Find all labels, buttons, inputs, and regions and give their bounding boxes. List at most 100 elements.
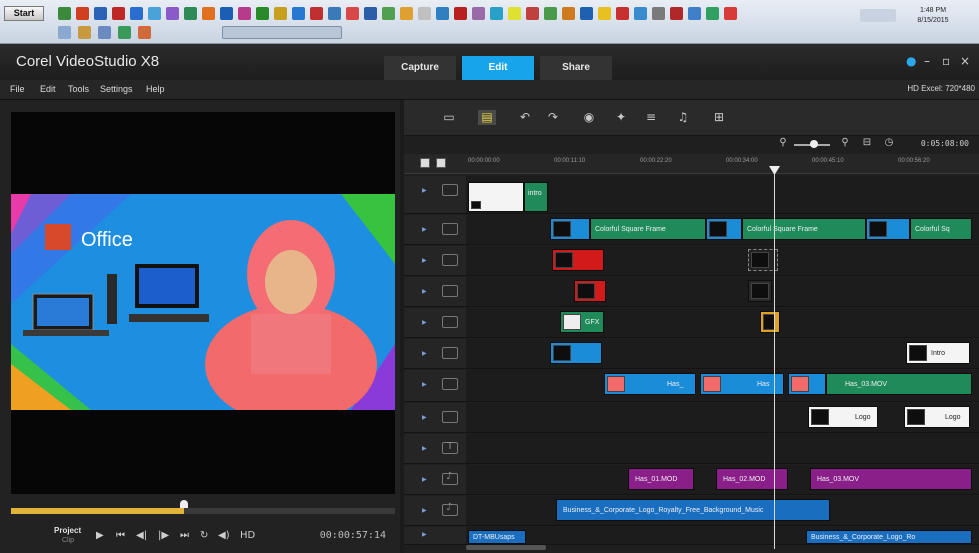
play-icon[interactable]: ▶: [96, 530, 104, 541]
track-toggle-icon[interactable]: ▶: [422, 350, 427, 357]
app-icon[interactable]: [508, 7, 521, 20]
voice-clip[interactable]: Has_02.MOD: [716, 468, 788, 490]
track-manager-icon[interactable]: [436, 158, 446, 168]
previous-frame-icon[interactable]: ◀|: [136, 530, 147, 541]
timeline-view-icon[interactable]: ▤: [478, 110, 496, 125]
app-icon[interactable]: [202, 7, 215, 20]
home-icon[interactable]: ⏮: [116, 530, 125, 541]
overlay-clip[interactable]: Has_03.MOV: [826, 373, 972, 395]
maximize-button[interactable]: ▫: [942, 54, 950, 68]
mixer-icon[interactable]: ≡: [642, 110, 660, 125]
zoom-in-icon[interactable]: ⚲: [836, 135, 854, 150]
taskbar-window-button[interactable]: [222, 26, 342, 39]
track-header-overlay-5[interactable]: ▶: [404, 339, 466, 369]
app-icon[interactable]: [490, 7, 503, 20]
app-icon[interactable]: [706, 7, 719, 20]
track-toggle-icon[interactable]: ▶: [422, 414, 427, 421]
app-icon[interactable]: [94, 7, 107, 20]
track-header-music-2[interactable]: ▶: [404, 527, 466, 545]
video-clip[interactable]: [468, 182, 524, 212]
app-icon[interactable]: [184, 7, 197, 20]
music-clip[interactable]: Business_&_Corporate_Logo_Ro: [806, 530, 972, 544]
resolution-icon[interactable]: HD: [240, 530, 255, 541]
overlay-clip[interactable]: [550, 342, 602, 364]
app-icon[interactable]: [652, 7, 665, 20]
minimize-button[interactable]: –: [924, 54, 930, 68]
music-clip[interactable]: Business_&_Corporate_Logo_Royalty_Free_B…: [556, 499, 830, 521]
overlay-clip[interactable]: Logo: [808, 406, 878, 428]
record-capture-icon[interactable]: ◉: [580, 110, 598, 125]
app-icon[interactable]: [670, 7, 683, 20]
overlay-clip[interactable]: [788, 373, 826, 395]
close-button[interactable]: ×: [960, 54, 970, 68]
app-icon[interactable]: [310, 7, 323, 20]
tab-share[interactable]: Share: [540, 56, 612, 80]
app-icon[interactable]: [616, 7, 629, 20]
overlay-clip[interactable]: Colorful Square Frame: [742, 218, 866, 240]
zoom-out-icon[interactable]: ⚲: [774, 135, 792, 150]
track-header-title[interactable]: ▶: [404, 434, 466, 464]
app-icon[interactable]: [544, 7, 557, 20]
menu-tools[interactable]: Tools: [68, 84, 89, 94]
app-icon[interactable]: [364, 7, 377, 20]
overlay-clip[interactable]: GFX: [560, 311, 604, 333]
overlay-clip[interactable]: Has_: [604, 373, 696, 395]
overlay-clip[interactable]: [574, 280, 606, 302]
app-icon[interactable]: [274, 7, 287, 20]
motion-tracking-icon[interactable]: ⊞: [710, 110, 728, 125]
overlay-clip[interactable]: [552, 249, 604, 271]
clock[interactable]: 1:48 PM 8/15/2015: [903, 6, 963, 26]
overlay-clip[interactable]: [760, 311, 780, 333]
video-clip[interactable]: intro: [524, 182, 548, 212]
app-icon[interactable]: [400, 7, 413, 20]
app-icon[interactable]: [598, 7, 611, 20]
project-properties[interactable]: HD Excel: 720*480: [907, 84, 975, 93]
app-icon[interactable]: [58, 26, 71, 39]
zoom-handle[interactable]: [810, 140, 818, 148]
app-icon[interactable]: [78, 26, 91, 39]
track-header-overlay-6[interactable]: ▶: [404, 370, 466, 402]
system-tray[interactable]: [860, 9, 896, 22]
redo-icon[interactable]: ↷: [544, 110, 562, 125]
repeat-icon[interactable]: ↻: [200, 530, 208, 541]
app-icon[interactable]: [130, 7, 143, 20]
show-all-tracks-icon[interactable]: [420, 158, 430, 168]
track-toggle-icon[interactable]: ▶: [422, 257, 427, 264]
app-icon[interactable]: [436, 7, 449, 20]
track-header-overlay-2[interactable]: ▶: [404, 246, 466, 276]
tab-edit[interactable]: Edit: [462, 56, 534, 80]
track-header-overlay-3[interactable]: ▶: [404, 277, 466, 307]
storyboard-view-icon[interactable]: ▭: [440, 110, 458, 125]
app-icon[interactable]: [112, 7, 125, 20]
menu-help[interactable]: Help: [146, 84, 165, 94]
scrub-handle[interactable]: [179, 500, 188, 508]
app-icon[interactable]: [724, 7, 737, 20]
overlay-clip[interactable]: Intro: [906, 342, 970, 364]
menu-settings[interactable]: Settings: [100, 84, 133, 94]
smart-package-icon[interactable]: ✦: [612, 110, 630, 125]
playback-timecode[interactable]: 00:00:57:14: [320, 530, 386, 541]
overlay-track-7[interactable]: [466, 403, 979, 433]
preview-window[interactable]: Office: [11, 112, 395, 494]
tab-capture[interactable]: Capture: [384, 56, 456, 80]
clip-mode-label[interactable]: Clip: [62, 537, 74, 544]
app-icon[interactable]: [76, 7, 89, 20]
app-icon[interactable]: [454, 7, 467, 20]
track-header-voice[interactable]: ▶: [404, 465, 466, 495]
track-toggle-icon[interactable]: ▶: [422, 319, 427, 326]
app-icon[interactable]: [562, 7, 575, 20]
track-toggle-icon[interactable]: ▶: [422, 531, 427, 538]
track-header-overlay-1[interactable]: ▶: [404, 215, 466, 245]
app-icon[interactable]: [346, 7, 359, 20]
app-icon[interactable]: [292, 7, 305, 20]
undo-icon[interactable]: ↶: [516, 110, 534, 125]
voice-clip[interactable]: Has_03.MOV: [810, 468, 972, 490]
start-button[interactable]: Start: [4, 6, 44, 21]
track-toggle-icon[interactable]: ▶: [422, 445, 427, 452]
track-header-video[interactable]: ▶: [404, 176, 466, 214]
overlay-clip[interactable]: Logo: [904, 406, 970, 428]
app-icon[interactable]: [98, 26, 111, 39]
app-icon[interactable]: [526, 7, 539, 20]
app-icon[interactable]: [472, 7, 485, 20]
playhead[interactable]: [774, 174, 775, 549]
